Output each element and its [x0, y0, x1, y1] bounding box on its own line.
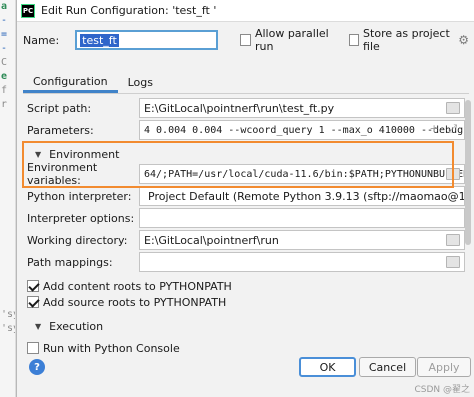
add-content-roots-label: Add content roots to PYTHONPATH — [43, 279, 232, 293]
folder-icon[interactable] — [446, 234, 460, 246]
interpreter-options-label: Interpreter options: — [27, 211, 135, 225]
editor-line: C — [1, 57, 8, 68]
interpreter-options-field[interactable] — [139, 208, 465, 228]
parameters-label: Parameters: — [27, 123, 94, 137]
add-source-roots-checkbox[interactable] — [27, 296, 39, 308]
python-interpreter-value: Project Default (Remote Python 3.9.13 (s… — [148, 189, 465, 203]
dialog-buttons: ? OK Cancel Apply — [17, 356, 474, 380]
name-row: Name: test_ft Allow parallel run Store a… — [23, 27, 469, 53]
interpreter-options-row: Interpreter options: — [23, 208, 469, 228]
allow-parallel-run-checkbox[interactable]: Allow parallel run — [240, 27, 336, 53]
title-bar: PC Edit Run Configuration: 'test_ft ' — [17, 0, 474, 22]
working-directory-value: E:\GitLocal\pointnerf\run — [144, 233, 279, 247]
editor-line: a — [1, 1, 8, 12]
add-source-roots-label: Add source roots to PYTHONPATH — [43, 295, 227, 309]
help-icon[interactable]: ? — [29, 359, 45, 375]
editor-line: r — [1, 99, 8, 110]
working-directory-field[interactable]: E:\GitLocal\pointnerf\run — [139, 230, 465, 250]
editor-line: - — [1, 15, 8, 26]
store-as-project-file-label: Store as project file — [363, 27, 450, 53]
tab-strip: Configuration Logs — [23, 72, 469, 94]
cancel-button[interactable]: Cancel — [359, 357, 416, 377]
parameters-row: Parameters: 4 0.004 0.004 --wcoord_query… — [23, 120, 469, 140]
scrollbar[interactable] — [465, 100, 471, 245]
script-path-label: Script path: — [27, 101, 92, 115]
editor-line: - — [1, 43, 8, 54]
working-directory-label: Working directory: — [27, 233, 128, 247]
add-source-roots-row[interactable]: Add source roots to PYTHONPATH — [23, 292, 469, 312]
env-vars-field[interactable]: 64/;PATH=/usr/local/cuda-11.6/bin:$PATH;… — [139, 164, 465, 184]
parameters-value: 4 0.004 0.004 --wcoord_query 1 --max_o 4… — [144, 124, 464, 136]
pycharm-icon: PC — [21, 3, 35, 18]
collapse-triangle-icon[interactable]: ▼ — [35, 150, 41, 159]
checkbox-box[interactable] — [348, 34, 360, 46]
allow-parallel-run-label: Allow parallel run — [254, 27, 329, 53]
folder-icon[interactable] — [446, 256, 460, 268]
python-interpreter-row: Python interpreter: Project Default (Rem… — [23, 186, 469, 206]
name-input[interactable]: test_ft — [75, 30, 219, 50]
apply-button[interactable]: Apply — [417, 357, 471, 377]
working-directory-row: Working directory: E:\GitLocal\pointnerf… — [23, 230, 469, 250]
run-with-console-row[interactable]: Run with Python Console — [23, 338, 469, 358]
editor-line: e — [1, 71, 8, 82]
execution-section-label: Execution — [49, 319, 104, 333]
expand-icon[interactable]: + ⤢ — [429, 122, 460, 136]
background-editor: a - = - C e f r 'sy 'sy — [0, 0, 16, 397]
python-interpreter-label: Python interpreter: — [27, 189, 132, 203]
editor-spacer — [0, 112, 15, 308]
window-title: Edit Run Configuration: 'test_ft ' — [41, 4, 217, 17]
name-value: test_ft — [80, 33, 119, 47]
script-path-value: E:\GitLocal\pointnerf\run\test_ft.py — [144, 101, 335, 115]
execution-section-header[interactable]: ▼ Execution — [23, 317, 469, 335]
path-mappings-label: Path mappings: — [27, 255, 113, 269]
script-path-row: Script path: E:\GitLocal\pointnerf\run\t… — [23, 98, 469, 118]
watermark: CSDN @翟之 — [414, 385, 470, 395]
script-path-field[interactable]: E:\GitLocal\pointnerf\run\test_ft.py — [139, 98, 465, 118]
editor-line: = — [1, 29, 8, 40]
tab-configuration[interactable]: Configuration — [23, 72, 118, 93]
run-with-console-checkbox[interactable] — [27, 342, 39, 354]
folder-icon[interactable] — [446, 102, 460, 114]
gear-icon[interactable]: ⚙ — [458, 33, 469, 47]
collapse-triangle-icon[interactable]: ▼ — [35, 322, 41, 331]
env-vars-row: Environment variables: 64/;PATH=/usr/loc… — [23, 161, 469, 187]
edit-env-icon[interactable] — [446, 168, 460, 180]
add-content-roots-checkbox[interactable] — [27, 280, 39, 292]
editor-line: 'sy — [1, 323, 15, 334]
parameters-field[interactable]: 4 0.004 0.004 --wcoord_query 1 --max_o 4… — [139, 120, 465, 140]
editor-line: f — [1, 85, 8, 96]
name-label: Name: — [23, 33, 60, 47]
python-interpreter-select[interactable]: Project Default (Remote Python 3.9.13 (s… — [139, 186, 465, 206]
ok-button[interactable]: OK — [299, 357, 356, 377]
run-with-console-label: Run with Python Console — [43, 341, 180, 355]
store-as-project-file-checkbox[interactable]: Store as project file — [348, 27, 455, 53]
path-mappings-row: Path mappings: — [23, 252, 469, 272]
checkbox-box[interactable] — [240, 34, 251, 46]
environment-section-label: Environment — [49, 147, 120, 161]
path-mappings-field[interactable] — [139, 252, 465, 272]
editor-line: 'sy — [1, 309, 15, 320]
tab-logs[interactable]: Logs — [118, 73, 163, 93]
env-vars-value: 64/;PATH=/usr/local/cuda-11.6/bin:$PATH;… — [144, 168, 465, 180]
env-vars-label: Environment variables: — [27, 161, 98, 187]
edit-run-configuration-dialog: PC Edit Run Configuration: 'test_ft ' Na… — [16, 0, 474, 397]
